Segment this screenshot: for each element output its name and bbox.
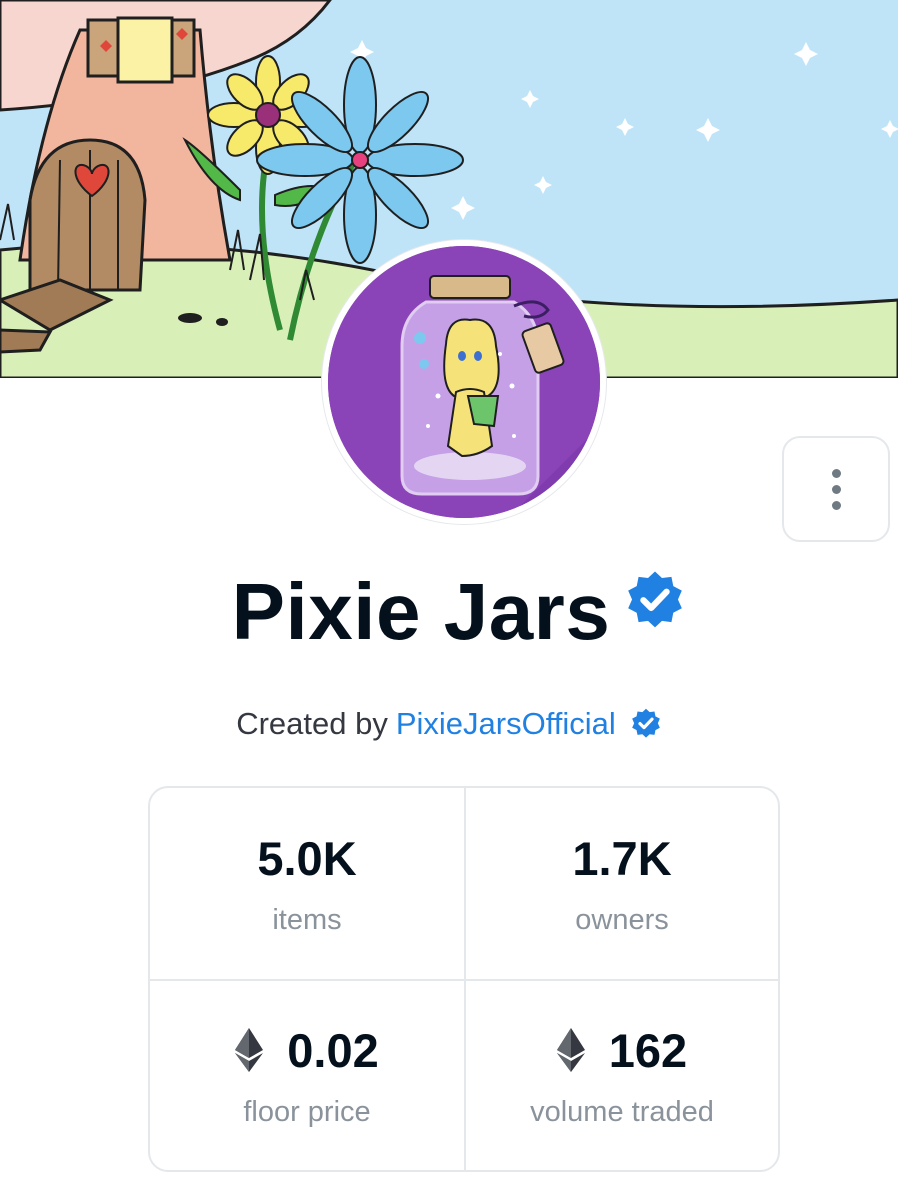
stat-items[interactable]: 5.0K items — [150, 788, 464, 979]
stat-value: 0.02 — [235, 1023, 379, 1078]
stat-volume-traded-value: 162 — [608, 1023, 688, 1077]
stat-value: 5.0K — [257, 831, 356, 886]
more-vertical-icon-dot — [831, 484, 841, 494]
stat-floor-price[interactable]: 0.02 floor price — [150, 979, 464, 1170]
created-by-label: Created by — [236, 706, 388, 741]
created-by-row: Created by PixieJarsOfficial — [0, 700, 898, 748]
verified-badge-icon — [628, 571, 683, 628]
stat-owners[interactable]: 1.7K owners — [464, 788, 778, 979]
stat-volume-traded-label: volume traded — [530, 1095, 714, 1128]
more-vertical-icon-dot — [831, 500, 841, 510]
stat-items-label: items — [272, 903, 342, 936]
ethereum-icon — [556, 1028, 585, 1072]
collection-title: Pixie Jars — [231, 567, 611, 656]
collection-title-row: Pixie Jars — [0, 562, 898, 662]
stat-owners-value: 1.7K — [572, 831, 672, 885]
stat-items-value: 5.0K — [257, 831, 357, 885]
stat-volume-traded[interactable]: 162 volume traded — [464, 979, 778, 1170]
collection-stats: 5.0K items 1.7K owners 0.02 floor price — [148, 786, 780, 1172]
more-vertical-icon — [831, 468, 841, 478]
pixie-jar-image — [328, 246, 600, 518]
creator-link[interactable]: PixieJarsOfficial — [396, 706, 616, 742]
stat-owners-label: owners — [575, 903, 669, 936]
collection-avatar — [322, 240, 606, 524]
stat-floor-price-label: floor price — [243, 1095, 371, 1128]
collection-page: Pixie Jars Created by PixieJarsOfficial … — [0, 0, 898, 1200]
stat-value: 162 — [556, 1023, 688, 1078]
stat-floor-price-value: 0.02 — [287, 1023, 379, 1077]
stat-value: 1.7K — [572, 831, 671, 886]
ethereum-icon — [235, 1028, 264, 1072]
more-options-button[interactable] — [782, 436, 890, 542]
verified-badge-icon — [631, 708, 660, 738]
